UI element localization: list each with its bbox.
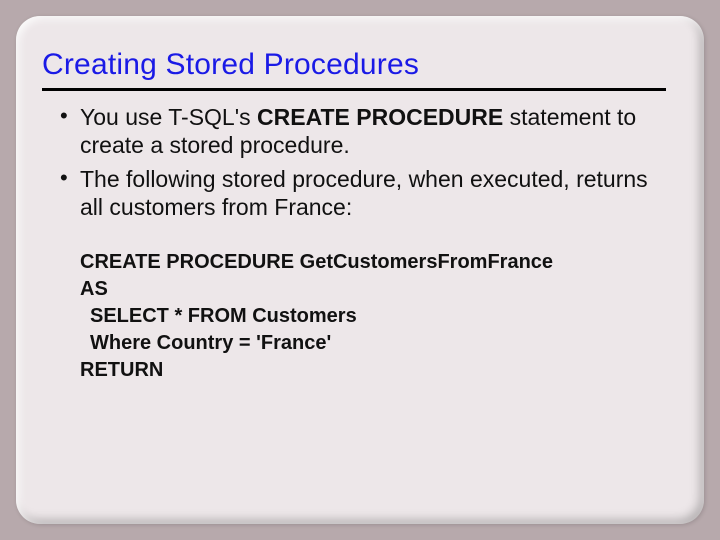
slide: Creating Stored Procedures You use T-SQL… [16, 16, 704, 524]
code-line: Where Country = 'France' [80, 330, 664, 357]
bullet-item: You use T-SQL's CREATE PROCEDURE stateme… [56, 103, 664, 159]
bullet-text-pre: The following stored procedure, when exe… [80, 166, 648, 220]
code-line: CREATE PROCEDURE GetCustomersFromFrance [80, 249, 664, 276]
code-line: RETURN [80, 357, 664, 384]
bullet-text-strong: CREATE PROCEDURE [257, 104, 503, 130]
bullet-list: You use T-SQL's CREATE PROCEDURE stateme… [56, 103, 664, 221]
slide-title: Creating Stored Procedures [42, 48, 666, 91]
bullet-text-pre: You use T-SQL's [80, 104, 257, 130]
code-line: SELECT * FROM Customers [80, 303, 664, 330]
code-line: AS [80, 276, 664, 303]
bullet-item: The following stored procedure, when exe… [56, 165, 664, 221]
code-block: CREATE PROCEDURE GetCustomersFromFrance … [56, 249, 664, 384]
